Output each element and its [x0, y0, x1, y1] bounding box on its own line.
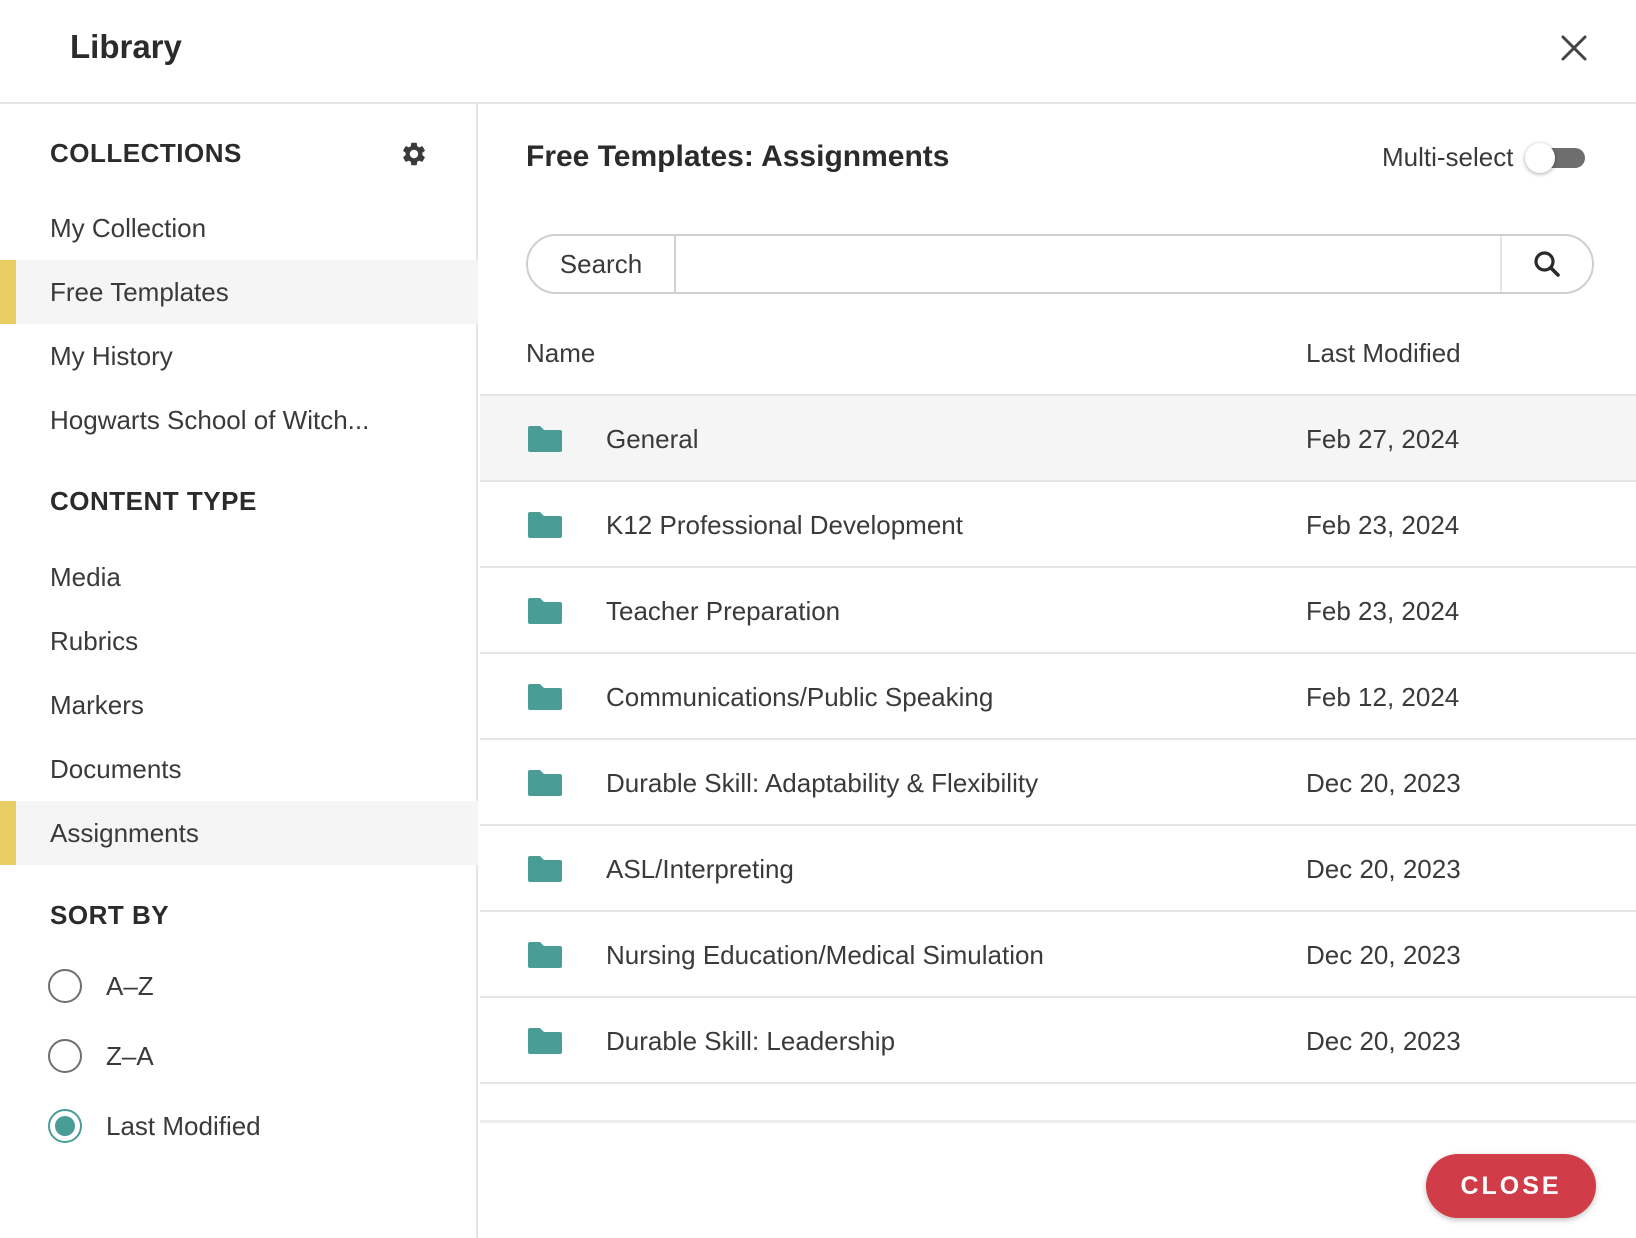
- folder-icon: [526, 596, 564, 626]
- folder-icon: [526, 854, 564, 884]
- radio-button[interactable]: [48, 969, 82, 1003]
- sidebar-item-label: Hogwarts School of Witch...: [50, 404, 370, 435]
- sidebar-item-rubrics[interactable]: Rubrics: [0, 609, 478, 673]
- sidebar-item-label: Media: [50, 561, 121, 592]
- search-icon[interactable]: [1500, 236, 1592, 292]
- sidebar-item-my-collection[interactable]: My Collection: [0, 196, 478, 260]
- table-row[interactable]: General Feb 27, 2024: [480, 396, 1636, 482]
- dialog-header: Library: [0, 0, 1636, 104]
- radio-label: Z–A: [106, 1040, 154, 1071]
- sidebar-item-assignments[interactable]: Assignments: [0, 801, 478, 865]
- toggle-knob: [1525, 142, 1556, 173]
- row-last-modified: Feb 12, 2024: [1306, 682, 1460, 712]
- sidebar-item-label: Rubrics: [50, 625, 139, 656]
- sidebar-item-label: Documents: [50, 753, 182, 784]
- row-name: Communications/Public Speaking: [606, 682, 994, 712]
- folder-icon: [526, 1026, 564, 1056]
- sidebar-item-label: My History: [50, 340, 173, 371]
- row-name: Durable Skill: Leadership: [606, 1026, 896, 1056]
- library-dialog: Library COLLECTIONS My Collection Free T…: [0, 0, 1636, 1238]
- multi-select-label: Multi-select: [1382, 142, 1514, 172]
- sidebar-item-label: Assignments: [50, 817, 199, 848]
- radio-button[interactable]: [48, 1039, 82, 1073]
- search-bar: Search: [526, 234, 1594, 294]
- row-last-modified: Dec 20, 2023: [1306, 854, 1461, 884]
- sort-option-z-a[interactable]: Z–A: [48, 1036, 154, 1076]
- multi-select-toggle[interactable]: [1525, 142, 1587, 173]
- folder-icon: [526, 940, 564, 970]
- collections-heading: COLLECTIONS: [50, 138, 242, 168]
- row-name: Nursing Education/Medical Simulation: [606, 940, 1044, 970]
- table-row[interactable]: Communications/Public Speaking Feb 12, 20…: [480, 654, 1636, 740]
- close-icon[interactable]: [1556, 30, 1592, 66]
- row-last-modified: Feb 27, 2024: [1306, 424, 1460, 454]
- row-last-modified: Feb 23, 2024: [1306, 510, 1460, 540]
- sort-by-heading: SORT BY: [50, 900, 170, 930]
- table-row[interactable]: Nursing Education/Medical Simulation Dec …: [480, 912, 1636, 998]
- sidebar-item-markers[interactable]: Markers: [0, 673, 478, 737]
- content-type-heading: CONTENT TYPE: [50, 486, 257, 516]
- radio-label: Last Modified: [106, 1110, 261, 1141]
- row-name: Durable Skill: Adaptability & Flexibilit…: [606, 768, 1039, 798]
- table-divider: [480, 1120, 1636, 1123]
- table-row[interactable]: K12 Professional Development Feb 23, 2024: [480, 482, 1636, 568]
- row-last-modified: Dec 20, 2023: [1306, 1026, 1461, 1056]
- gear-icon[interactable]: [400, 140, 428, 168]
- sidebar-item-label: Markers: [50, 689, 144, 720]
- page-title: Free Templates: Assignments: [526, 140, 950, 173]
- table-row[interactable]: Durable Skill: Leadership Dec 20, 2023: [480, 998, 1636, 1084]
- row-name: General: [606, 424, 699, 454]
- row-name: K12 Professional Development: [606, 510, 963, 540]
- radio-button[interactable]: [48, 1109, 82, 1143]
- dialog-title: Library: [70, 28, 182, 65]
- sidebar-item-label: Free Templates: [50, 276, 229, 307]
- sidebar-item-free-templates[interactable]: Free Templates: [0, 260, 478, 324]
- table-row[interactable]: ASL/Interpreting Dec 20, 2023: [480, 826, 1636, 912]
- search-scope-label[interactable]: Search: [528, 236, 676, 292]
- folder-icon: [526, 768, 564, 798]
- sidebar-item-documents[interactable]: Documents: [0, 737, 478, 801]
- sidebar-item-media[interactable]: Media: [0, 545, 478, 609]
- row-last-modified: Dec 20, 2023: [1306, 940, 1461, 970]
- sidebar-item-my-history[interactable]: My History: [0, 324, 478, 388]
- folder-icon: [526, 510, 564, 540]
- folder-icon: [526, 424, 564, 454]
- radio-label: A–Z: [106, 970, 154, 1001]
- close-button[interactable]: CLOSE: [1426, 1154, 1596, 1218]
- row-last-modified: Feb 23, 2024: [1306, 596, 1460, 626]
- sort-option-a-z[interactable]: A–Z: [48, 966, 154, 1006]
- sort-option-last-modified[interactable]: Last Modified: [48, 1106, 261, 1146]
- row-last-modified: Dec 20, 2023: [1306, 768, 1461, 798]
- column-header-name[interactable]: Name: [526, 338, 595, 369]
- multi-select-control: Multi-select: [1382, 142, 1587, 173]
- table-row[interactable]: Durable Skill: Adaptability & Flexibilit…: [480, 740, 1636, 826]
- table-row[interactable]: Teacher Preparation Feb 23, 2024: [480, 568, 1636, 654]
- row-name: Teacher Preparation: [606, 596, 841, 626]
- sidebar: COLLECTIONS My Collection Free Templates…: [0, 104, 478, 1238]
- search-input[interactable]: [676, 236, 1500, 292]
- sidebar-item-label: My Collection: [50, 212, 207, 243]
- sidebar-item-hogwarts[interactable]: Hogwarts School of Witch...: [0, 388, 478, 452]
- folder-icon: [526, 682, 564, 712]
- column-header-last-modified[interactable]: Last Modified: [1306, 338, 1461, 369]
- main-panel: Free Templates: Assignments Multi-select…: [480, 104, 1636, 1238]
- row-name: ASL/Interpreting: [606, 854, 794, 884]
